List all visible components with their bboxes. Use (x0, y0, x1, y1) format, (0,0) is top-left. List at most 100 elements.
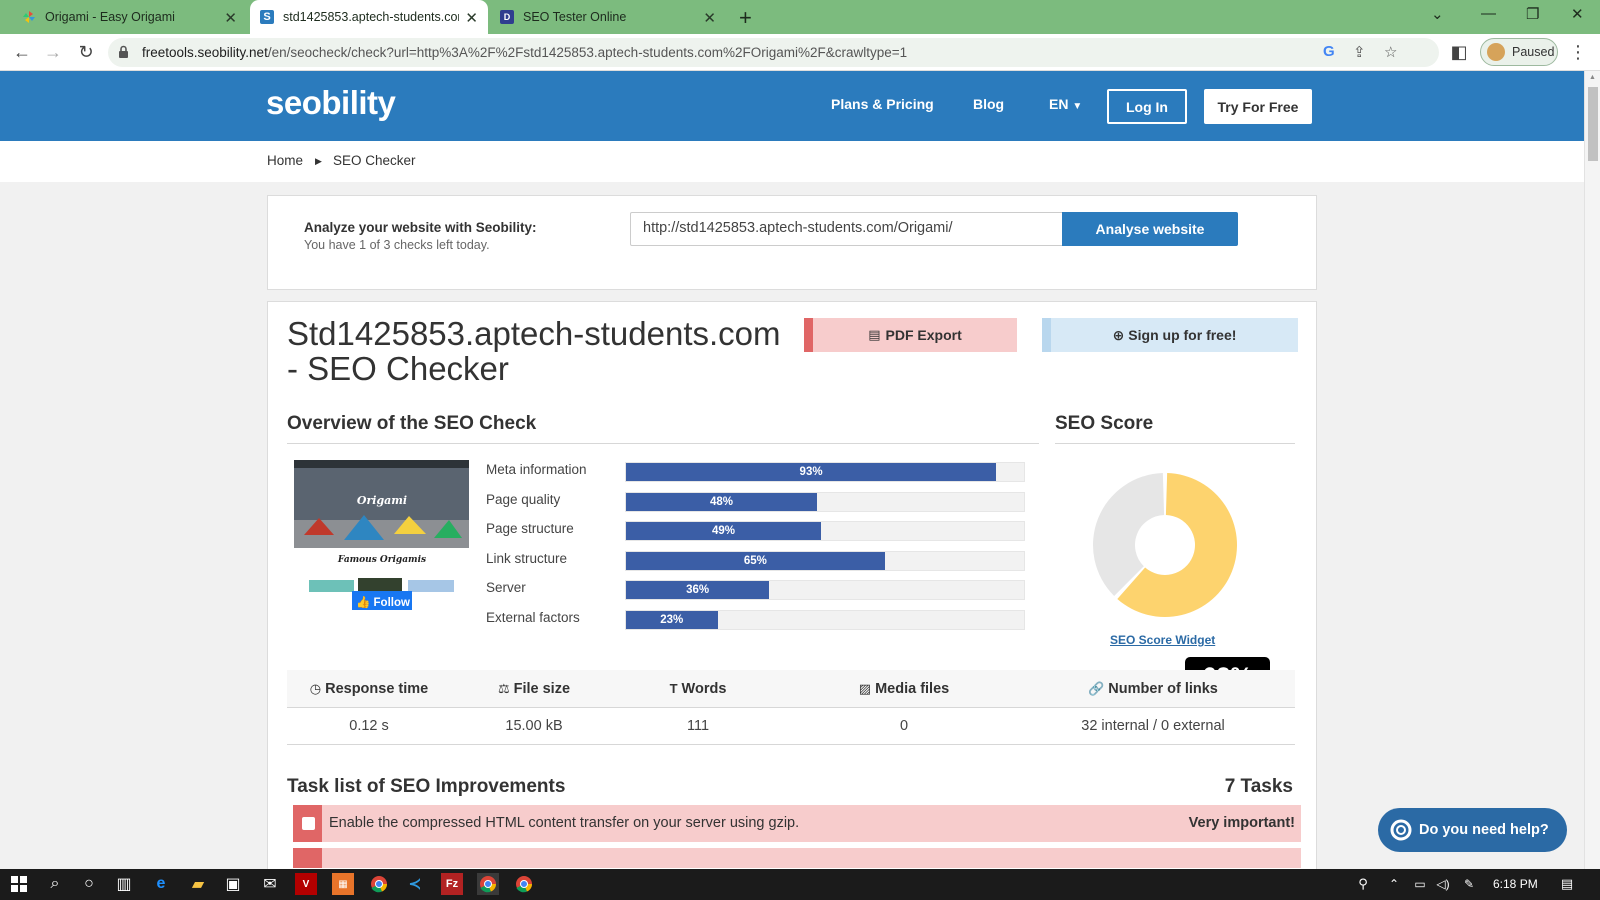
lifebuoy-icon (1390, 819, 1412, 841)
seo-score-heading: SEO Score (1055, 413, 1154, 434)
task-view-icon[interactable]: ▥ (113, 873, 135, 895)
people-icon[interactable]: ⚲ (1352, 873, 1374, 895)
analyze-title: Analyze your website with Seobility: (304, 220, 537, 235)
task-row (293, 848, 1301, 868)
browser-toolbar: ← → ↻ freetools.seobility.net/en/seochec… (0, 34, 1600, 71)
bar-track: 48% (625, 491, 1025, 512)
lock-icon (119, 45, 128, 58)
bar-track: 36% (625, 580, 1025, 600)
bar-fill: 65% (626, 551, 885, 570)
file-pdf-icon: ▤ (868, 327, 881, 342)
file-explorer-icon[interactable]: ▰ (187, 873, 209, 895)
task-importance: Very important! (1188, 815, 1295, 831)
svg-text:Famous Origamis: Famous Origamis (337, 555, 426, 565)
forward-icon[interactable]: → (41, 40, 65, 64)
avatar (1487, 43, 1505, 61)
bar-track: 49% (625, 521, 1025, 541)
tray-chevron-icon[interactable]: ⌃ (1383, 873, 1405, 895)
task-marker (293, 848, 322, 868)
close-tab-icon[interactable]: ✕ (703, 9, 716, 27)
try-for-free-button[interactable]: Try For Free (1204, 89, 1312, 124)
breadcrumb-home[interactable]: Home (267, 153, 303, 168)
url-input[interactable]: http://std1425853.aptech-students.com/Or… (630, 212, 1063, 246)
new-tab-icon[interactable]: + (739, 5, 752, 31)
link-icon: 🔗 (1088, 681, 1105, 696)
network-icon[interactable]: ▭ (1409, 873, 1431, 895)
seo-score-donut (1093, 473, 1237, 617)
vscode-icon[interactable]: ≺ (404, 873, 426, 895)
tab-origami[interactable]: Origami - Easy Origami ✕ (12, 0, 247, 34)
plus-circle-icon: ⊕ (1112, 326, 1125, 343)
bar-label: Page quality (486, 491, 561, 507)
back-icon[interactable]: ← (10, 40, 34, 64)
close-tab-icon[interactable]: ✕ (224, 9, 237, 27)
scroll-up-icon[interactable]: ▲ (1589, 74, 1596, 81)
close-window-icon[interactable]: ✕ (1571, 5, 1584, 23)
help-chat-button[interactable]: Do you need help? (1378, 808, 1567, 852)
search-icon[interactable]: ⌕ (44, 873, 66, 895)
pen-icon[interactable]: ✎ (1458, 873, 1480, 895)
mail-icon[interactable]: ✉ (259, 873, 281, 895)
volume-icon[interactable]: ◁) (1432, 873, 1454, 895)
chrome-active-icon[interactable] (477, 873, 499, 895)
task-count: 7 Tasks (1224, 776, 1293, 797)
analyse-website-button[interactable]: Analyse website (1062, 212, 1238, 246)
signup-free-button[interactable]: ⊕ Sign up for free! (1042, 318, 1298, 352)
site-header: seobility Plans & Pricing Blog EN ▼ Log … (0, 71, 1584, 141)
clock-icon: ◷ (309, 681, 322, 696)
task-text: Enable the compressed HTML content trans… (329, 815, 800, 831)
bar-fill: 23% (626, 610, 718, 629)
windows-start-icon[interactable] (8, 873, 30, 895)
close-tab-icon[interactable]: ✕ (465, 9, 478, 27)
tab-title: SEO Tester Online (523, 10, 627, 24)
stat-value: 0 (899, 718, 909, 734)
tab-seo-tester[interactable]: D SEO Tester Online ✕ (490, 0, 726, 34)
side-panel-icon[interactable]: ◧ (1447, 40, 1471, 64)
report-card: Std1425853.aptech-students.com - SEO Che… (267, 301, 1317, 869)
follow-button[interactable]: 👍 Follow (356, 595, 410, 609)
bar-track: 93% (625, 462, 1025, 482)
nav-language[interactable]: EN ▼ (1049, 96, 1082, 112)
chrome-alt-icon[interactable] (513, 873, 535, 895)
profile-button[interactable]: Paused (1480, 38, 1558, 66)
scale-icon: ⚖ (497, 681, 510, 696)
chrome-icon[interactable] (368, 873, 390, 895)
stat-header: 🔗 Number of links (1088, 681, 1218, 697)
analyze-box: Analyze your website with Seobility: You… (267, 195, 1317, 290)
menu-kebab-icon[interactable]: ⋮ (1566, 40, 1590, 64)
address-bar[interactable]: freetools.seobility.net/en/seocheck/chec… (108, 38, 1439, 67)
bar-track: 23% (625, 609, 1025, 630)
seobility-logo[interactable]: seobility (266, 84, 396, 122)
app-vs-icon[interactable]: V (295, 873, 317, 895)
store-icon[interactable]: ▣ (222, 873, 244, 895)
nav-blog[interactable]: Blog (973, 96, 1004, 112)
tab-strip: Origami - Easy Origami ✕ S std1425853.ap… (0, 0, 1600, 34)
share-icon[interactable]: ⇪ (1353, 43, 1366, 61)
bar-fill: 48% (626, 492, 818, 511)
app-orange-icon[interactable]: ▦ (332, 873, 354, 895)
scrollbar-thumb[interactable] (1588, 87, 1598, 161)
bar-label: Link structure (486, 550, 568, 566)
cortana-icon[interactable]: ○ (78, 873, 100, 895)
minimize-icon[interactable]: — (1481, 5, 1496, 22)
tab-seobility[interactable]: S std1425853.aptech-students.com ✕ (250, 0, 488, 34)
url-text: freetools.seobility.net/en/seocheck/chec… (142, 45, 908, 60)
reload-icon[interactable]: ↻ (74, 40, 98, 64)
tab-search-chevron-icon[interactable]: ⌄ (1431, 5, 1444, 23)
seo-score-widget-link[interactable]: SEO Score Widget (1110, 633, 1215, 647)
nav-plans-pricing[interactable]: Plans & Pricing (831, 96, 934, 112)
filezilla-icon[interactable]: Fz (441, 873, 463, 895)
google-icon[interactable]: G (1323, 43, 1335, 60)
task-checkbox[interactable] (302, 817, 315, 830)
breadcrumb-current: SEO Checker (333, 153, 416, 168)
pdf-export-button[interactable]: ▤ PDF Export (804, 318, 1017, 352)
bookmark-star-icon[interactable]: ☆ (1384, 43, 1397, 61)
edge-icon[interactable]: e (150, 873, 172, 895)
login-button[interactable]: Log In (1107, 89, 1187, 124)
stat-value: 111 (686, 718, 710, 734)
notifications-icon[interactable]: ▤ (1556, 873, 1578, 895)
divider (287, 744, 1295, 745)
restore-icon[interactable]: ❐ (1526, 5, 1539, 23)
page-scrollbar[interactable]: ▲ (1584, 71, 1600, 869)
pinwheel-icon (23, 11, 35, 23)
